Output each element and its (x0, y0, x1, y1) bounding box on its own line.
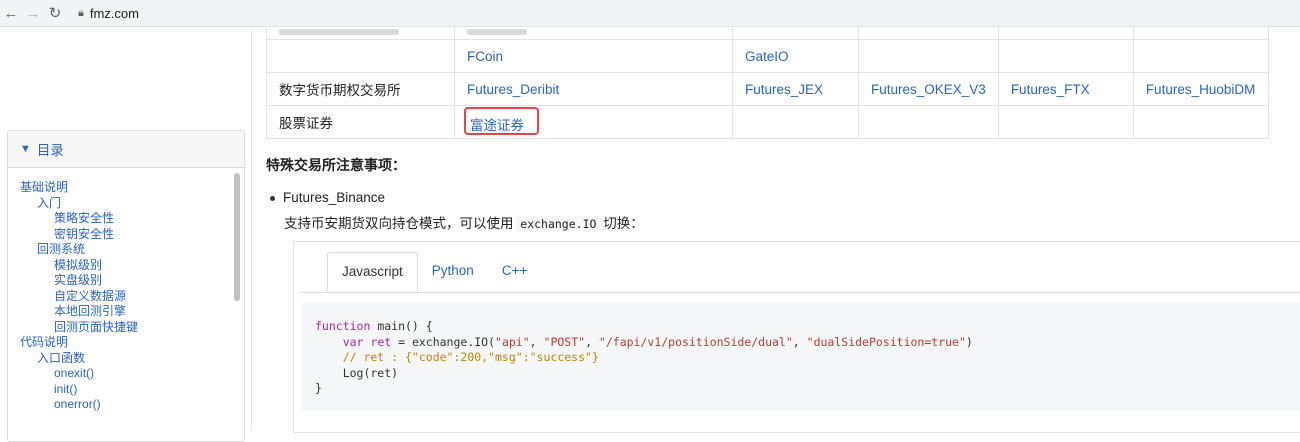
description-text-end: 切换： (599, 216, 644, 231)
toc-item[interactable]: 密钥安全性 (20, 227, 244, 243)
tab-javascript[interactable]: Javascript (327, 252, 418, 292)
exchange-table: FCoin GateIO 数字货币期权交易所 Futures_Deribit F… (266, 26, 1269, 139)
lock-icon: 🔒︎ (78, 6, 84, 19)
code-tabs: Javascript Python C++ (327, 252, 541, 292)
scrollbar-thumb[interactable] (234, 173, 240, 301)
row-label: 股票证券 (266, 105, 455, 139)
row-label: 数字货币期权交易所 (266, 72, 455, 106)
toc-item[interactable]: 回测页面快捷键 (20, 320, 244, 336)
toc-item[interactable]: 入口函数 (20, 351, 244, 367)
exchange-link-futures-deribit[interactable]: Futures_Deribit (467, 82, 559, 97)
reload-icon[interactable]: ↻ (44, 4, 66, 22)
exchange-link-futures-jex[interactable]: Futures_JEX (745, 82, 823, 97)
toc-item[interactable]: init() (20, 382, 244, 398)
toc-title: 目录 (36, 143, 64, 158)
toc-scrollbar[interactable] (234, 171, 240, 437)
table-row: 股票证券 富途证券 (266, 105, 1269, 139)
toc-item[interactable]: 策略安全性 (20, 211, 244, 227)
content-divider (251, 26, 252, 431)
table-row: 数字货币期权交易所 Futures_Deribit Futures_JEX Fu… (266, 72, 1269, 106)
toc-item[interactable]: 基础说明 (20, 180, 244, 196)
section-heading: 特殊交易所注意事项： (266, 157, 406, 173)
exchange-link-gateio[interactable]: GateIO (745, 49, 789, 64)
exchange-link-futures-okex-v3[interactable]: Futures_OKEX_V3 (871, 82, 986, 97)
code-example-panel: Javascript Python C++ function main() { … (293, 241, 1300, 433)
highlight-box: 富途证券 (464, 107, 539, 135)
exchange-link-fcoin[interactable]: FCoin (467, 49, 503, 64)
tab-cpp[interactable]: C++ (488, 252, 542, 290)
toc-item[interactable]: 实盘级别 (20, 273, 244, 289)
toc-item[interactable]: 代码说明 (20, 335, 244, 351)
tabs-divider (301, 292, 1300, 293)
list-item: Futures_Binance (270, 190, 385, 205)
toc-item[interactable]: onexit() (20, 366, 244, 382)
exchange-link-futu[interactable]: 富途证券 (470, 114, 524, 134)
code-text: function main() { var ret = exchange.IO(… (315, 319, 973, 395)
toc-list: 基础说明 入门 策略安全性 密钥安全性 回测系统 模拟级别 实盘级别 自定义数据… (8, 168, 244, 413)
description-text: 支持币安期货双向持仓模式，可以使用 (284, 216, 518, 231)
toc-item[interactable]: 入门 (20, 196, 244, 212)
exchange-link-futures-huobidm[interactable]: Futures_HuobiDM (1146, 82, 1256, 97)
toc-item[interactable]: 模拟级别 (20, 258, 244, 274)
forward-arrow-icon[interactable]: → (22, 5, 44, 22)
address-bar[interactable]: 🔒︎ fmz.com (78, 6, 139, 21)
table-row (266, 26, 1269, 40)
description: 支持币安期货双向持仓模式，可以使用 exchange.IO 切换： (284, 212, 644, 232)
browser-toolbar: ← → ↻ 🔒︎ fmz.com (0, 0, 1300, 27)
code-block: function main() { var ret = exchange.IO(… (301, 303, 1300, 411)
bullet-icon (270, 195, 275, 201)
toc-header[interactable]: ▼ 目录 (8, 131, 244, 168)
toc-item[interactable]: 自定义数据源 (20, 289, 244, 305)
table-of-contents: ▼ 目录 基础说明 入门 策略安全性 密钥安全性 回测系统 模拟级别 实盘级别 … (7, 130, 245, 442)
inline-code: exchange.IO (517, 216, 600, 232)
row-label (266, 39, 455, 73)
exchange-link-futures-ftx[interactable]: Futures_FTX (1011, 82, 1090, 97)
toc-item[interactable]: onerror() (20, 397, 244, 413)
url-text: fmz.com (89, 5, 139, 21)
back-arrow-icon[interactable]: ← (0, 5, 22, 22)
toc-item[interactable]: 回测系统 (20, 242, 244, 258)
table-row: FCoin GateIO (266, 39, 1269, 73)
chevron-down-icon: ▼ (20, 143, 31, 155)
tab-python[interactable]: Python (418, 252, 488, 290)
toc-item[interactable]: 本地回测引擎 (20, 304, 244, 320)
list-item-text: Futures_Binance (283, 190, 386, 205)
